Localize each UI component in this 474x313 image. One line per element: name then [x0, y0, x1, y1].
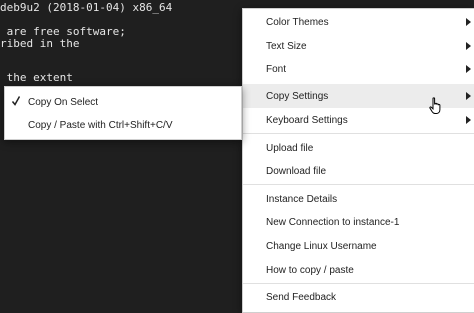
- menu-item-label: New Connection to instance-1: [266, 216, 400, 228]
- context-menu: Color Themes Text Size Font Copy Setting…: [242, 8, 474, 313]
- menu-item-text-size[interactable]: Text Size: [243, 34, 474, 58]
- chevron-right-icon: [466, 42, 471, 50]
- submenu-item-label: Copy / Paste with Ctrl+Shift+C/V: [28, 119, 173, 131]
- menu-item-label: Send Feedback: [266, 291, 337, 303]
- menu-divider: [243, 133, 474, 134]
- menu-item-label: Font: [266, 63, 287, 75]
- terminal-line: deb9u2 (2018-01-04) x86_64: [0, 1, 173, 14]
- menu-item-instance-details[interactable]: Instance Details: [243, 187, 474, 211]
- menu-item-label: Color Themes: [266, 16, 329, 28]
- submenu-item-copy-paste-ctrl-shift[interactable]: Copy / Paste with Ctrl+Shift+C/V: [5, 114, 241, 136]
- chevron-right-icon: [466, 116, 471, 124]
- menu-divider: [243, 184, 474, 185]
- menu-item-change-linux-username[interactable]: Change Linux Username: [243, 234, 474, 258]
- menu-item-label: Instance Details: [266, 193, 338, 205]
- chevron-right-icon: [466, 92, 471, 100]
- submenu-item-label: Copy On Select: [28, 96, 99, 108]
- chevron-right-icon: [466, 18, 471, 26]
- hand-cursor-icon: [429, 97, 441, 114]
- menu-item-send-feedback[interactable]: Send Feedback: [243, 285, 474, 309]
- menu-divider: [243, 283, 474, 284]
- menu-item-label: Copy Settings: [266, 90, 329, 102]
- menu-item-label: How to copy / paste: [266, 264, 354, 276]
- menu-item-label: Download file: [266, 165, 327, 177]
- menu-item-download-file[interactable]: Download file: [243, 159, 474, 183]
- menu-item-label: Text Size: [266, 40, 307, 52]
- menu-item-label: Keyboard Settings: [266, 114, 348, 126]
- checkmark-icon: [12, 96, 20, 106]
- menu-item-upload-file[interactable]: Upload file: [243, 136, 474, 160]
- terminal-line: ribed in the: [0, 37, 80, 50]
- menu-item-label: Upload file: [266, 142, 314, 154]
- menu-item-label: Change Linux Username: [266, 240, 377, 252]
- menu-item-font[interactable]: Font: [243, 57, 474, 81]
- menu-item-new-connection[interactable]: New Connection to instance-1: [243, 210, 474, 234]
- copy-settings-submenu: Copy On Select Copy / Paste with Ctrl+Sh…: [4, 86, 242, 140]
- submenu-item-copy-on-select[interactable]: Copy On Select: [5, 91, 241, 113]
- chevron-right-icon: [466, 65, 471, 73]
- menu-item-color-themes[interactable]: Color Themes: [243, 10, 474, 34]
- terminal-line: the extent: [0, 71, 73, 84]
- menu-item-how-to-copy-paste[interactable]: How to copy / paste: [243, 258, 474, 282]
